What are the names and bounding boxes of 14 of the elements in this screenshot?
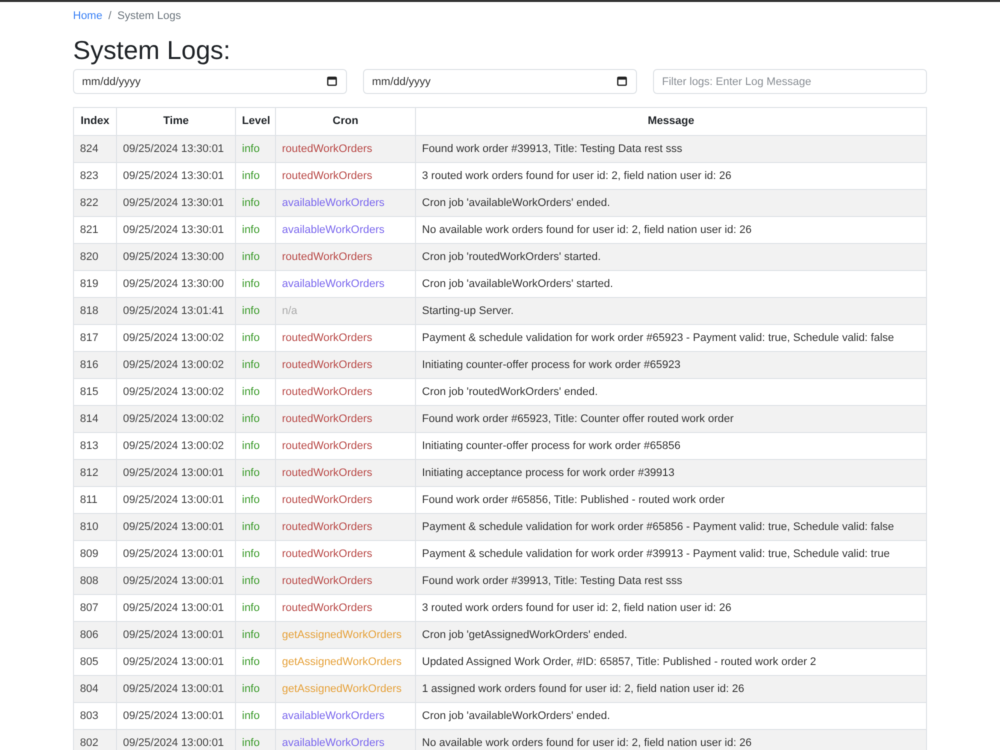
calendar-icon[interactable] [617, 76, 627, 86]
column-header: Cron [276, 108, 416, 136]
date-field[interactable]: mm/dd/yyyy [363, 69, 637, 94]
column-header: Index [74, 108, 116, 136]
filter-input[interactable]: Filter logs: Enter Log Message [653, 69, 927, 94]
calendar-icon[interactable] [327, 76, 337, 86]
breadcrumb-link[interactable]: Home [73, 8, 102, 25]
breadcrumb-separator: / [107, 9, 112, 24]
column-header: Time [116, 108, 236, 136]
column-header: Message [416, 108, 926, 136]
table-cell: 802 [74, 730, 116, 750]
breadcrumb-current: System Logs [117, 9, 181, 24]
page-title: System Logs: [73, 34, 231, 67]
date-field[interactable]: mm/dd/yyyy [73, 69, 347, 94]
